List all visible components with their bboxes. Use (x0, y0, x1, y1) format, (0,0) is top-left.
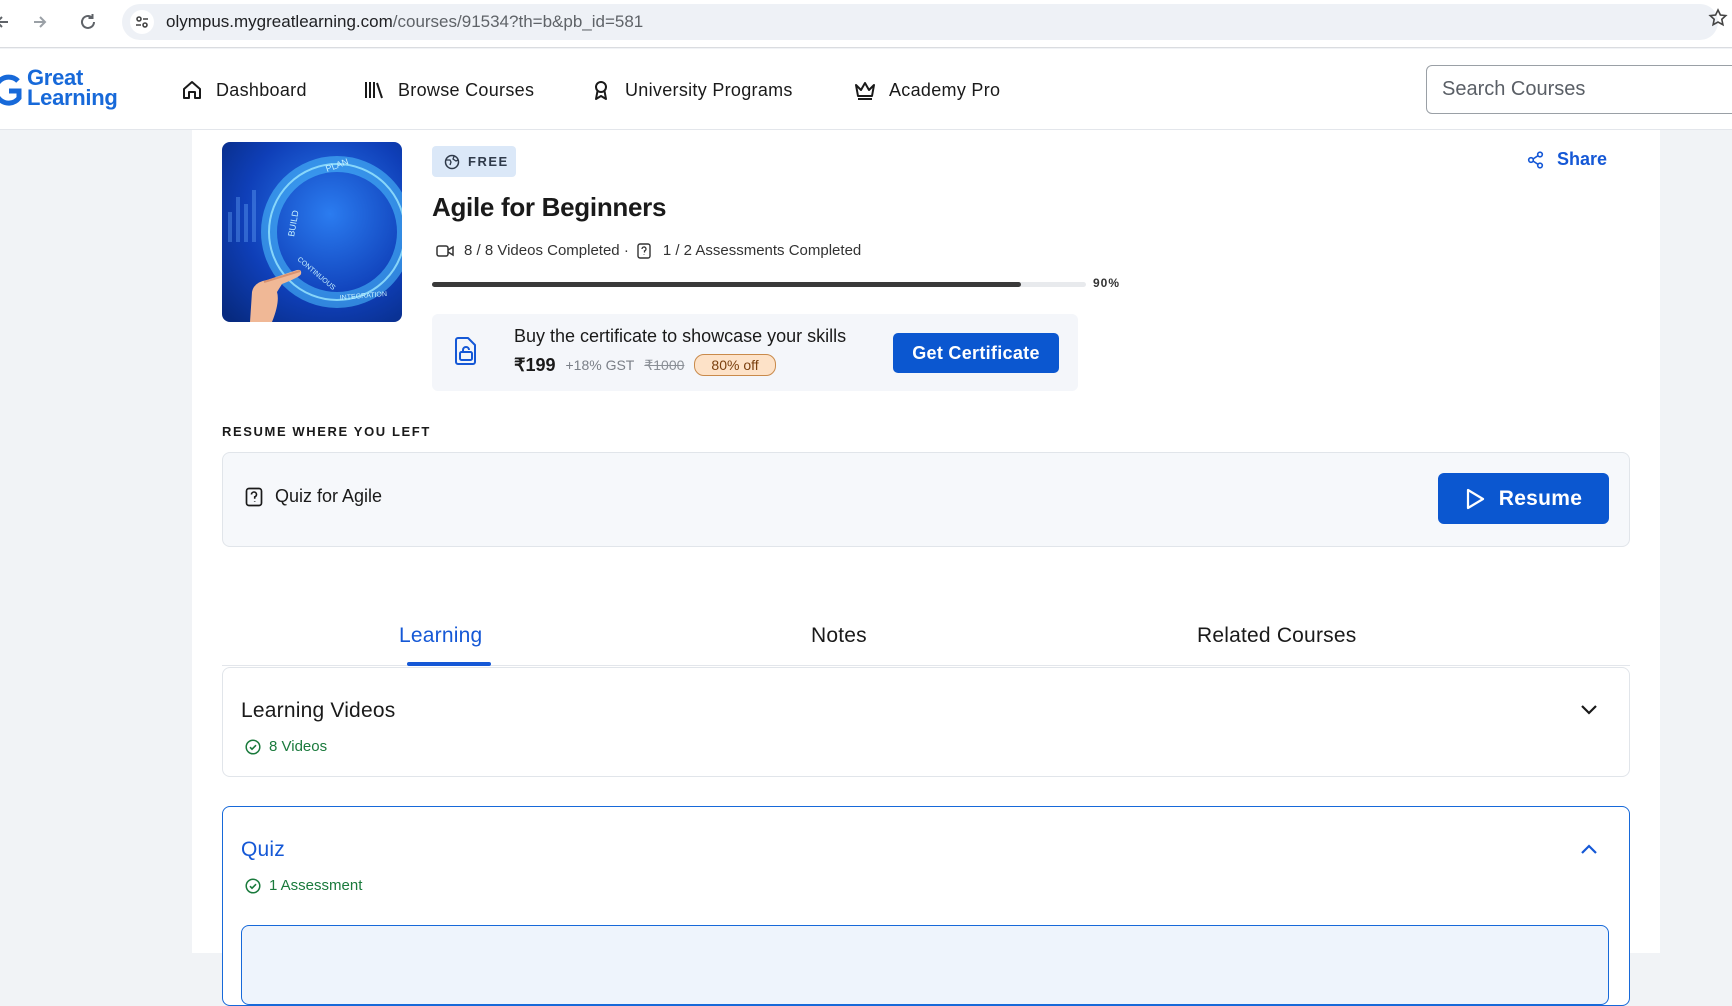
resume-button[interactable]: Resume (1438, 473, 1609, 524)
quiz-title: Quiz (241, 838, 285, 861)
tab-related-courses[interactable]: Related Courses (1197, 624, 1356, 648)
certificate-discount-badge: 80% off (694, 354, 776, 376)
great-learning-logo[interactable]: Great Learning (0, 67, 125, 111)
library-icon (365, 82, 383, 99)
browser-toolbar: olympus.mygreatlearning.com/courses/9153… (0, 0, 1732, 48)
course-stats: 8 / 8 Videos Completed · 1 / 2 Assessmen… (436, 242, 861, 259)
assessment-icon (637, 242, 651, 259)
check-circle-icon (245, 738, 261, 755)
course-thumbnail: PLAN BUILD CONTINUOUS INTEGRATION (222, 142, 402, 322)
nav-dashboard[interactable]: Dashboard (180, 73, 307, 107)
nav-browse-courses-label: Browse Courses (398, 79, 535, 100)
url-host: olympus.mygreatlearning.com (166, 12, 393, 31)
course-content: PLAN BUILD CONTINUOUS INTEGRATION FREE S… (192, 130, 1660, 1006)
globe-icon (444, 154, 460, 169)
course-progress-label: 90% (1093, 276, 1121, 290)
quiz-section[interactable]: Quiz 1 Assessment (222, 806, 1630, 1006)
certificate-gst: +18% GST (565, 357, 635, 373)
site-info-icon[interactable] (130, 10, 154, 34)
quiz-count: 1 Assessment (245, 877, 362, 894)
url-text: olympus.mygreatlearning.com/courses/9153… (166, 12, 643, 32)
course-title: Agile for Beginners (432, 192, 667, 222)
nav-university-programs[interactable]: University Programs (589, 73, 793, 107)
nav-university-programs-label: University Programs (625, 79, 793, 100)
learning-videos-count: 8 Videos (245, 738, 327, 755)
nav-academy-pro[interactable]: Academy Pro (853, 73, 1000, 107)
certificate-original-price: ₹1000 (644, 356, 685, 373)
reload-icon[interactable] (74, 8, 102, 36)
url-path: /courses/91534?th=b&pb_id=581 (392, 12, 644, 31)
certificate-price: ₹199 (514, 354, 556, 375)
forward-icon[interactable] (26, 8, 54, 36)
learning-videos-section[interactable]: Learning Videos 8 Videos (222, 667, 1630, 777)
back-icon[interactable] (0, 8, 16, 36)
free-badge: FREE (432, 146, 516, 177)
videos-completed: 8 / 8 Videos Completed · (464, 242, 629, 259)
get-certificate-button[interactable]: Get Certificate (893, 333, 1059, 373)
active-tab-indicator (407, 662, 491, 666)
tab-notes[interactable]: Notes (811, 624, 867, 648)
certificate-lock-icon (455, 337, 476, 365)
share-label: Share (1557, 149, 1608, 169)
quiz-count-label: 1 Assessment (269, 877, 363, 894)
certificate-pricing: ₹199 +18% GST ₹1000 80% off (514, 354, 776, 376)
quiz-icon (245, 487, 263, 506)
chevron-down-icon[interactable] (1577, 698, 1601, 722)
course-progress-fill (432, 282, 1021, 287)
search-input[interactable]: Search Courses (1426, 65, 1732, 114)
course-tabs: Learning Notes Related Courses (222, 586, 1630, 666)
share-icon (1527, 150, 1544, 169)
bookmark-star-icon[interactable] (1704, 4, 1732, 32)
resume-heading: RESUME WHERE YOU LEFT (222, 424, 431, 439)
learning-videos-count-label: 8 Videos (269, 738, 328, 755)
quiz-item-card[interactable] (241, 925, 1609, 1005)
logo-g-icon (0, 74, 22, 106)
check-circle-icon (245, 877, 261, 894)
nav-academy-pro-label: Academy Pro (889, 79, 1001, 100)
assessments-completed: 1 / 2 Assessments Completed (662, 242, 862, 259)
share-button[interactable]: Share (1527, 149, 1607, 170)
certificate-banner: Buy the certificate to showcase your ski… (432, 314, 1078, 391)
video-icon (436, 244, 454, 257)
site-header: Great Learning Dashboard Browse Courses … (0, 49, 1732, 130)
course-progress-bar (432, 282, 1086, 287)
learning-videos-title: Learning Videos (241, 699, 396, 722)
resume-item-label: Quiz for Agile (275, 486, 383, 506)
award-icon (595, 81, 607, 100)
nav-dashboard-label: Dashboard (216, 79, 307, 100)
chevron-up-icon[interactable] (1577, 837, 1601, 861)
resume-button-label: Resume (1498, 486, 1583, 510)
nav-browse-courses[interactable]: Browse Courses (362, 73, 534, 107)
crown-icon (855, 82, 875, 100)
address-bar[interactable]: olympus.mygreatlearning.com/courses/9153… (122, 4, 1718, 40)
logo-line2: Learning (27, 85, 118, 110)
resume-card: Quiz for Agile Resume (222, 452, 1630, 547)
search-placeholder: Search Courses (1442, 78, 1586, 100)
home-icon (183, 81, 201, 99)
tab-learning[interactable]: Learning (399, 624, 482, 648)
resume-item[interactable]: Quiz for Agile (245, 486, 382, 507)
free-badge-label: FREE (468, 154, 509, 169)
play-icon (1466, 488, 1484, 509)
certificate-text: Buy the certificate to showcase your ski… (514, 326, 847, 346)
